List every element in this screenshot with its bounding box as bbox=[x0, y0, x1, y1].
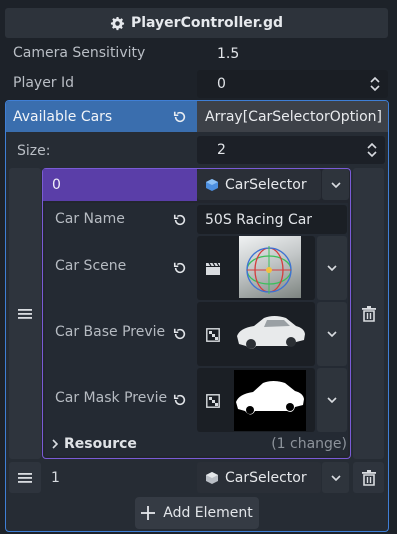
available-cars-type-button[interactable]: Array[CarSelectorOption] bbox=[197, 101, 388, 132]
camera-sensitivity-value: 1.5 bbox=[217, 46, 240, 62]
size-value: 2 bbox=[217, 142, 226, 158]
element-1-index: 1 bbox=[51, 469, 60, 486]
size-field[interactable]: 2 bbox=[197, 136, 385, 164]
element-0-drag-handle[interactable] bbox=[9, 168, 41, 459]
player-id-field[interactable]: 0 bbox=[197, 70, 388, 98]
scene-gizmo-icon bbox=[246, 246, 292, 294]
element-0-type: CarSelector bbox=[225, 176, 307, 193]
car-name-value: 50S Racing Car bbox=[205, 211, 313, 228]
car-mask-preview-thumbnail bbox=[234, 370, 306, 431]
available-cars-header[interactable]: Available Cars bbox=[6, 101, 197, 132]
chevron-right-icon bbox=[52, 439, 58, 449]
car-mask-silhouette-icon bbox=[236, 381, 304, 415]
car-base-preview-resource-picker[interactable] bbox=[197, 302, 315, 366]
gear-icon bbox=[110, 16, 125, 30]
element-1-delete-button[interactable] bbox=[353, 462, 384, 493]
car-base-preview-label: Car Base Previe bbox=[55, 324, 166, 340]
camera-sensitivity-field[interactable]: 1.5 bbox=[197, 40, 388, 68]
spinner-arrows-icon[interactable] bbox=[367, 142, 377, 158]
script-title: PlayerController.gd bbox=[130, 15, 284, 31]
revert-icon[interactable] bbox=[173, 213, 187, 227]
available-cars-type: Array[CarSelectorOption] bbox=[205, 108, 382, 125]
spinner-arrows-icon[interactable] bbox=[370, 76, 380, 92]
add-element-button[interactable]: Add Element bbox=[135, 497, 259, 529]
chevron-down-icon bbox=[327, 331, 337, 337]
element-0-type-field[interactable]: CarSelector bbox=[197, 169, 321, 200]
clapperboard-icon bbox=[206, 263, 220, 275]
element-1-type: CarSelector bbox=[225, 469, 307, 486]
revert-icon[interactable] bbox=[173, 393, 187, 407]
available-cars-label: Available Cars bbox=[13, 108, 113, 125]
player-id-value: 0 bbox=[217, 76, 226, 92]
element-0-type-dropdown[interactable] bbox=[322, 169, 349, 200]
image-texture-icon bbox=[206, 394, 220, 408]
drag-handle-icon bbox=[18, 308, 32, 319]
chevron-down-icon bbox=[327, 397, 337, 403]
car-scene-dropdown[interactable] bbox=[317, 236, 347, 300]
player-id-label: Player Id bbox=[13, 75, 75, 91]
chevron-down-icon bbox=[330, 474, 341, 481]
element-1-type-dropdown[interactable] bbox=[322, 462, 349, 493]
car-mask-preview-label: Car Mask Previe bbox=[55, 390, 168, 406]
drag-handle-icon bbox=[18, 472, 32, 483]
element-1-type-field[interactable]: CarSelector bbox=[197, 462, 321, 493]
resource-section-toggle[interactable]: Resource (1 change) bbox=[52, 434, 347, 454]
trash-icon bbox=[361, 469, 376, 486]
inspector-header: PlayerController.gd bbox=[5, 8, 388, 38]
element-0-index: 0 bbox=[52, 177, 61, 193]
car-name-label: Car Name bbox=[55, 211, 125, 227]
resource-label: Resource bbox=[64, 436, 137, 452]
car-scene-resource-picker[interactable] bbox=[197, 236, 315, 300]
revert-icon[interactable] bbox=[173, 110, 187, 124]
car-mask-preview-dropdown[interactable] bbox=[317, 368, 347, 432]
trash-icon bbox=[361, 305, 376, 322]
car-base-preview-dropdown[interactable] bbox=[317, 302, 347, 366]
car-silhouette-icon bbox=[237, 316, 305, 349]
image-texture-icon bbox=[206, 328, 220, 342]
car-name-input[interactable]: 50S Racing Car bbox=[197, 205, 347, 234]
element-1-drag-handle[interactable] bbox=[9, 462, 41, 493]
element-0-delete-button[interactable] bbox=[353, 168, 384, 459]
car-base-preview-thumbnail bbox=[234, 306, 308, 364]
element-0-header[interactable]: 0 bbox=[43, 169, 197, 201]
cube-icon bbox=[206, 178, 218, 191]
revert-icon[interactable] bbox=[173, 261, 187, 275]
chevron-down-icon bbox=[330, 181, 341, 188]
revert-icon[interactable] bbox=[173, 327, 187, 341]
size-label: Size: bbox=[17, 143, 51, 159]
car-mask-preview-resource-picker[interactable] bbox=[197, 368, 315, 432]
cube-icon bbox=[206, 471, 218, 484]
add-element-label: Add Element bbox=[163, 505, 253, 521]
plus-icon bbox=[141, 506, 156, 520]
car-scene-thumbnail bbox=[239, 236, 301, 298]
chevron-down-icon bbox=[327, 265, 337, 271]
resource-change-count: (1 change) bbox=[271, 436, 347, 452]
car-scene-label: Car Scene bbox=[55, 258, 127, 274]
element-1-header[interactable]: 1 bbox=[42, 462, 196, 493]
camera-sensitivity-label: Camera Sensitivity bbox=[13, 45, 146, 61]
